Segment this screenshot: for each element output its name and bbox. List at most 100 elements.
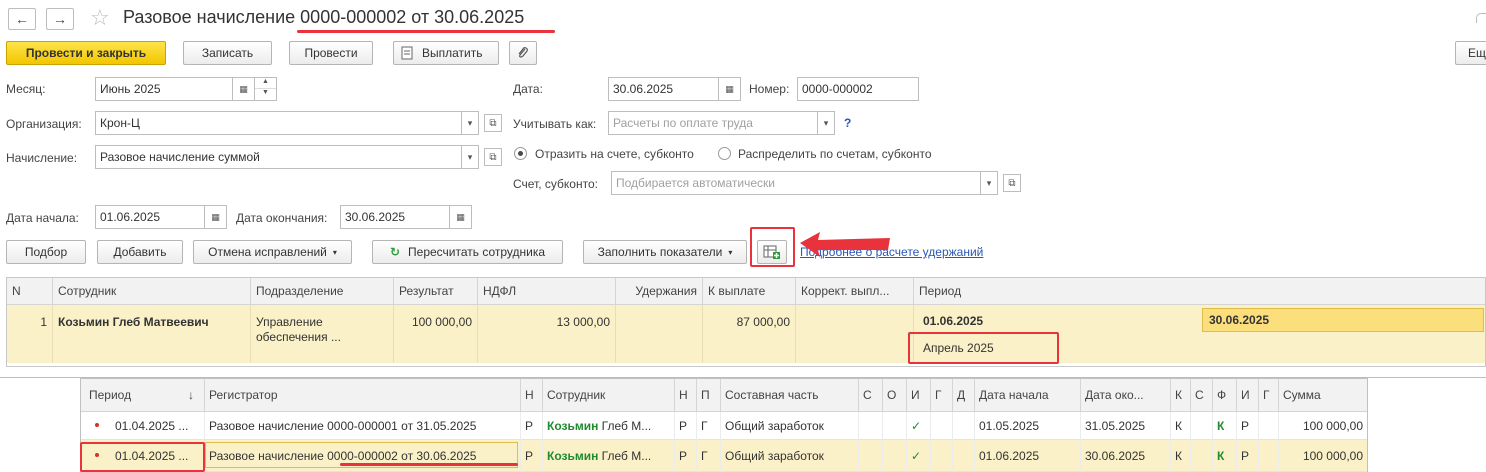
reg-col-g[interactable]: Г [931,379,953,412]
start-date-field[interactable]: 01.06.2025 [95,205,205,229]
date-field[interactable]: 30.06.2025 [608,77,719,101]
reg-col-n2[interactable]: Н [675,379,697,412]
start-calendar-button[interactable]: ▦ [205,205,227,229]
post-and-close-button[interactable]: Провести и закрыть [6,41,166,65]
reg-col-s2[interactable]: С [1191,379,1213,412]
reg-col-part[interactable]: Составная часть [721,379,859,412]
col-department[interactable]: Подразделение [251,278,394,305]
recalculate-button[interactable]: ↻ Пересчитать сотрудника [372,240,563,264]
cell-deductions [616,305,703,363]
reg-col-k[interactable]: К [1171,379,1191,412]
fill-indicators-label: Заполнить показатели [597,245,723,259]
col-n[interactable]: N [7,278,53,305]
chevron-down-icon[interactable]: ▼ [255,89,276,100]
reg-col-g2[interactable]: Г [1259,379,1279,412]
reg-col-n1[interactable]: Н [521,379,543,412]
organization-field[interactable]: Крон-Ц [95,111,462,135]
reg-cell-g [931,440,953,472]
col-employee[interactable]: Сотрудник [53,278,251,305]
cancel-fix-button[interactable]: Отмена исправлений ▾ [193,240,352,264]
end-calendar-button[interactable]: ▦ [450,205,472,229]
accrual-dropdown-button[interactable]: ▾ [462,145,479,169]
month-stepper[interactable]: ▲ ▼ [255,77,277,101]
reg-cell-employee: Козьмин Глеб М... [543,412,675,440]
forward-button[interactable]: → [46,8,74,30]
table-row[interactable]: 1 Козьмин Глеб Матвеевич Управление обесп… [7,305,1485,363]
col-payout[interactable]: К выплате [703,278,796,305]
attach-button[interactable] [509,41,537,65]
radio-reflect[interactable] [514,147,527,160]
month-field[interactable]: Июнь 2025 [95,77,233,101]
col-deductions[interactable]: Удержания [616,278,703,305]
more-button[interactable]: Ещ [1455,41,1486,65]
date-calendar-button[interactable]: ▦ [719,77,741,101]
reg-cell-period: 01.04.2025 ... [81,412,205,440]
chevron-up-icon[interactable]: ▲ [255,78,276,89]
recalculate-label: Пересчитать сотрудника [408,245,546,259]
col-ndfl[interactable]: НДФЛ [478,278,616,305]
subconto-open-button[interactable]: ⧉ [1003,174,1021,192]
reg-cell-g2 [1259,440,1279,472]
col-correction[interactable]: Коррект. выпл... [796,278,914,305]
reg-col-o[interactable]: О [883,379,907,412]
reg-cell-part: Общий заработок [721,440,859,472]
reg-cell-s2 [1191,412,1213,440]
reg-col-sum[interactable]: Сумма [1279,379,1367,412]
add-button[interactable]: Добавить [97,240,183,264]
subconto-field[interactable]: Подбирается автоматически [611,171,981,195]
radio-distribute-label[interactable]: Распределить по счетам, субконто [738,147,932,161]
reg-cell-s2 [1191,440,1213,472]
help-icon[interactable]: ? [844,116,851,130]
register-row[interactable]: 01.04.2025 ... Разовое начисление 0000-0… [81,412,1367,440]
reg-cell-f: К [1213,412,1237,440]
pay-button-label: Выплатить [422,46,483,60]
reg-col-employee[interactable]: Сотрудник [543,379,675,412]
cell-ndfl: 13 000,00 [478,305,616,363]
open-icon: ⧉ [489,151,497,163]
reg-cell-p: Г [697,412,721,440]
reg-col-start[interactable]: Дата начала [975,379,1081,412]
back-button[interactable]: ← [8,8,36,30]
reg-col-i2[interactable]: И [1237,379,1259,412]
reg-col-registrar[interactable]: Регистратор [205,379,521,412]
organization-open-button[interactable]: ⧉ [484,114,502,132]
radio-distribute[interactable] [718,147,731,160]
number-label: Номер: [749,82,790,96]
reg-col-end[interactable]: Дата око... [1081,379,1171,412]
period-end-field[interactable]: 30.06.2025 [1202,308,1484,332]
reg-col-f[interactable]: Ф [1213,379,1237,412]
col-period[interactable]: Период [914,278,1486,305]
accrual-field[interactable]: Разовое начисление суммой [95,145,462,169]
reg-cell-i2: Р [1237,440,1259,472]
reg-cell-g2 [1259,412,1279,440]
calendar-icon: ▦ [725,83,734,94]
reg-col-d[interactable]: Д [953,379,975,412]
reg-col-p[interactable]: П [697,379,721,412]
account-as-field[interactable]: Расчеты по оплате труда [608,111,818,135]
subconto-dropdown-button[interactable]: ▾ [981,171,998,195]
organization-dropdown-button[interactable]: ▾ [462,111,479,135]
cell-result: 100 000,00 [394,305,478,363]
subconto-label: Счет, субконто: [513,177,598,191]
select-button[interactable]: Подбор [6,240,86,264]
col-result[interactable]: Результат [394,278,478,305]
number-field[interactable]: 0000-000002 [797,77,919,101]
calendar-icon: ▦ [239,83,248,94]
save-button[interactable]: Записать [183,41,272,65]
reg-col-i[interactable]: И [907,379,931,412]
pay-button[interactable]: Выплатить [393,41,499,65]
fill-indicators-button[interactable]: Заполнить показатели ▾ [583,240,747,264]
post-button[interactable]: Провести [289,41,373,65]
account-as-dropdown-button[interactable]: ▾ [818,111,835,135]
register-header: Период ↓ Регистратор Н Сотрудник Н П Сост… [81,379,1367,412]
star-icon[interactable]: ☆ [90,5,110,31]
dropdown-arrow-icon: ▾ [823,117,829,128]
cell-payout: 87 000,00 [703,305,796,363]
accrual-open-button[interactable]: ⧉ [484,148,502,166]
reg-col-s[interactable]: С [859,379,883,412]
calendar-button[interactable]: ▦ [233,77,255,101]
reg-col-period[interactable]: Период ↓ [81,379,205,412]
period-start-value[interactable]: 01.06.2025 [923,314,983,328]
radio-reflect-label[interactable]: Отразить на счете, субконто [535,147,694,161]
end-date-field[interactable]: 30.06.2025 [340,205,450,229]
